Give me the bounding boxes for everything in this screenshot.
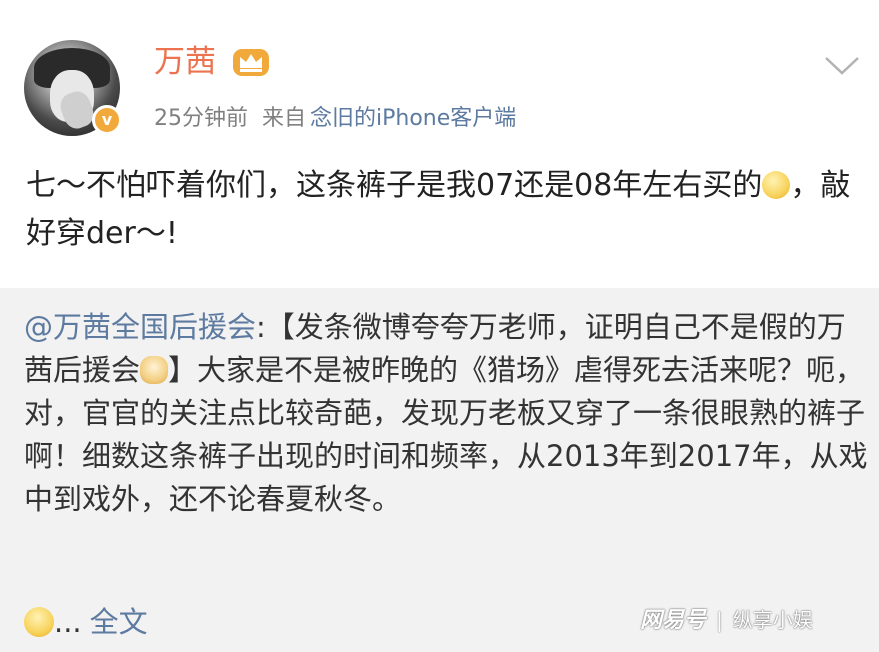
watermark-author: 纵享小娱 xyxy=(732,608,813,632)
crown-icon[interactable] xyxy=(232,46,270,78)
repost-mention-link[interactable]: @万茜全国后援会 xyxy=(24,310,256,344)
thinking-emoji-icon xyxy=(762,171,791,199)
post-meta: 25分钟前 来自 念旧的iPhone客户端 xyxy=(154,104,516,134)
ellipsis: ... xyxy=(54,605,82,639)
watermark: 网易号 | 纵享小娱 xyxy=(640,606,813,635)
repost-text: @万茜全国后援会:【发条微博夸夸万老师，证明自己不是假的万茜后援会 】大家是不是被… xyxy=(24,306,869,521)
fulltext-link[interactable]: 全文 xyxy=(90,605,148,639)
repost-box[interactable]: @万茜全国后援会:【发条微博夸夸万老师，证明自己不是假的万茜后援会 】大家是不是被… xyxy=(0,288,879,652)
weibo-post: v 万茜 25分钟前 来自 念旧的iPhone客户端 七～不怕吓着你们，这条裤子是我… xyxy=(0,0,879,652)
post-text-part1: 七～不怕吓着你们，这条裤子是我07还是08年左右买的 xyxy=(26,168,763,203)
post-text: 七～不怕吓着你们，这条裤子是我07还是08年左右买的 ，敲好穿der～! xyxy=(26,162,856,258)
username-link[interactable]: 万茜 xyxy=(154,42,216,82)
repost-footer: ... 全文 xyxy=(24,602,148,642)
laughing-emoji-icon xyxy=(24,607,54,637)
verified-badge-icon: v xyxy=(92,105,122,135)
watermark-separator: | xyxy=(716,608,723,632)
watermark-logo: 网易号 xyxy=(640,608,707,633)
doge-emoji-icon xyxy=(140,356,169,384)
source-link[interactable]: 念旧的iPhone客户端 xyxy=(310,106,516,131)
post-time[interactable]: 25分钟前 xyxy=(154,106,248,131)
chevron-down-icon[interactable] xyxy=(822,54,862,78)
source-label: 来自 xyxy=(262,106,307,131)
